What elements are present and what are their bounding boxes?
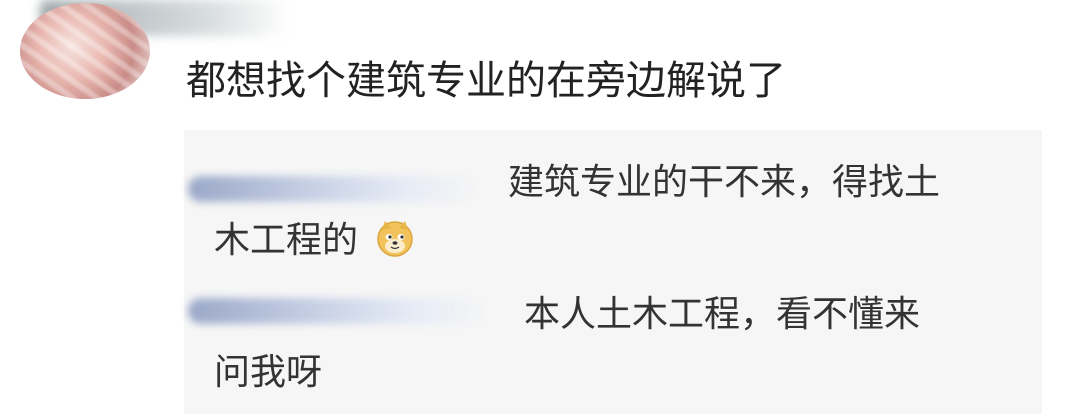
avatar[interactable] — [20, 3, 150, 99]
replies-panel: 建筑专业的干不来，得找土 木工程的 本人土木工程，看不懂来 问我呀 — [184, 130, 1042, 414]
doge-icon — [375, 218, 415, 258]
reply-text-line: 木工程的 — [214, 220, 359, 261]
reply-item: 本人土木工程，看不懂来 问我呀 — [214, 286, 920, 402]
reply-text-line: 问我呀 — [214, 352, 323, 393]
reply-text-line: 建筑专业的干不来，得找土 — [508, 162, 941, 203]
reply-text-line: 本人土木工程，看不懂来 — [524, 294, 921, 335]
reply-item: 建筑专业的干不来，得找土 木工程的 — [214, 154, 940, 270]
comment-text: 都想找个建筑专业的在旁边解说了 — [186, 58, 786, 104]
